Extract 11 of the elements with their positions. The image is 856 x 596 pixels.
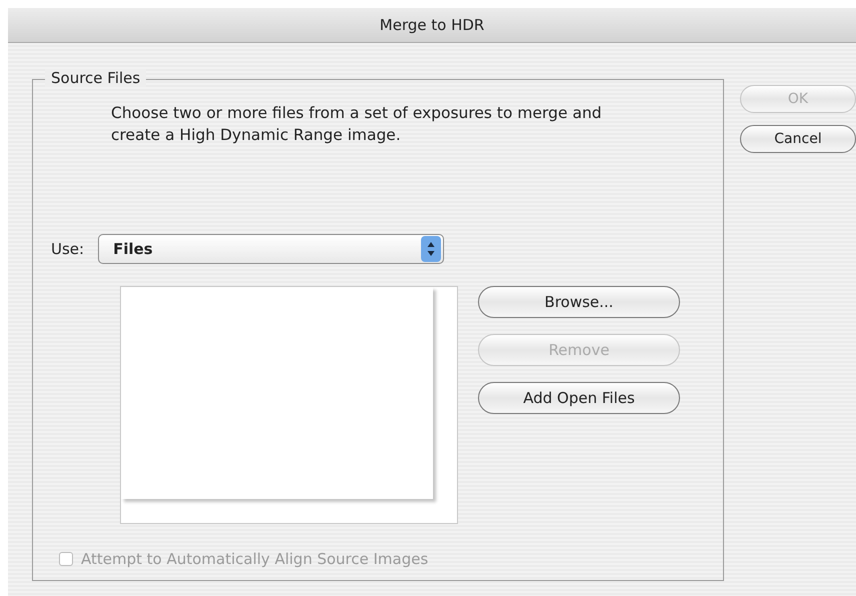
group-legend: Source Files — [45, 69, 146, 87]
push-button[interactable]: Browse... — [478, 286, 680, 318]
push-button[interactable]: Cancel — [740, 125, 856, 153]
dropdown-arrows-icon — [421, 236, 442, 262]
description-text: Choose two or more files from a set of exposures to merge and create a High Dynamic Range image. — [111, 103, 603, 146]
use-label: Use: — [51, 240, 84, 258]
file-list[interactable] — [120, 286, 458, 524]
push-button[interactable]: Add Open Files — [478, 382, 680, 414]
use-dropdown[interactable]: Files — [98, 234, 444, 264]
window-title: Merge to HDR — [380, 16, 484, 34]
checkbox-label: Attempt to Automatically Align Source Images — [81, 550, 428, 568]
